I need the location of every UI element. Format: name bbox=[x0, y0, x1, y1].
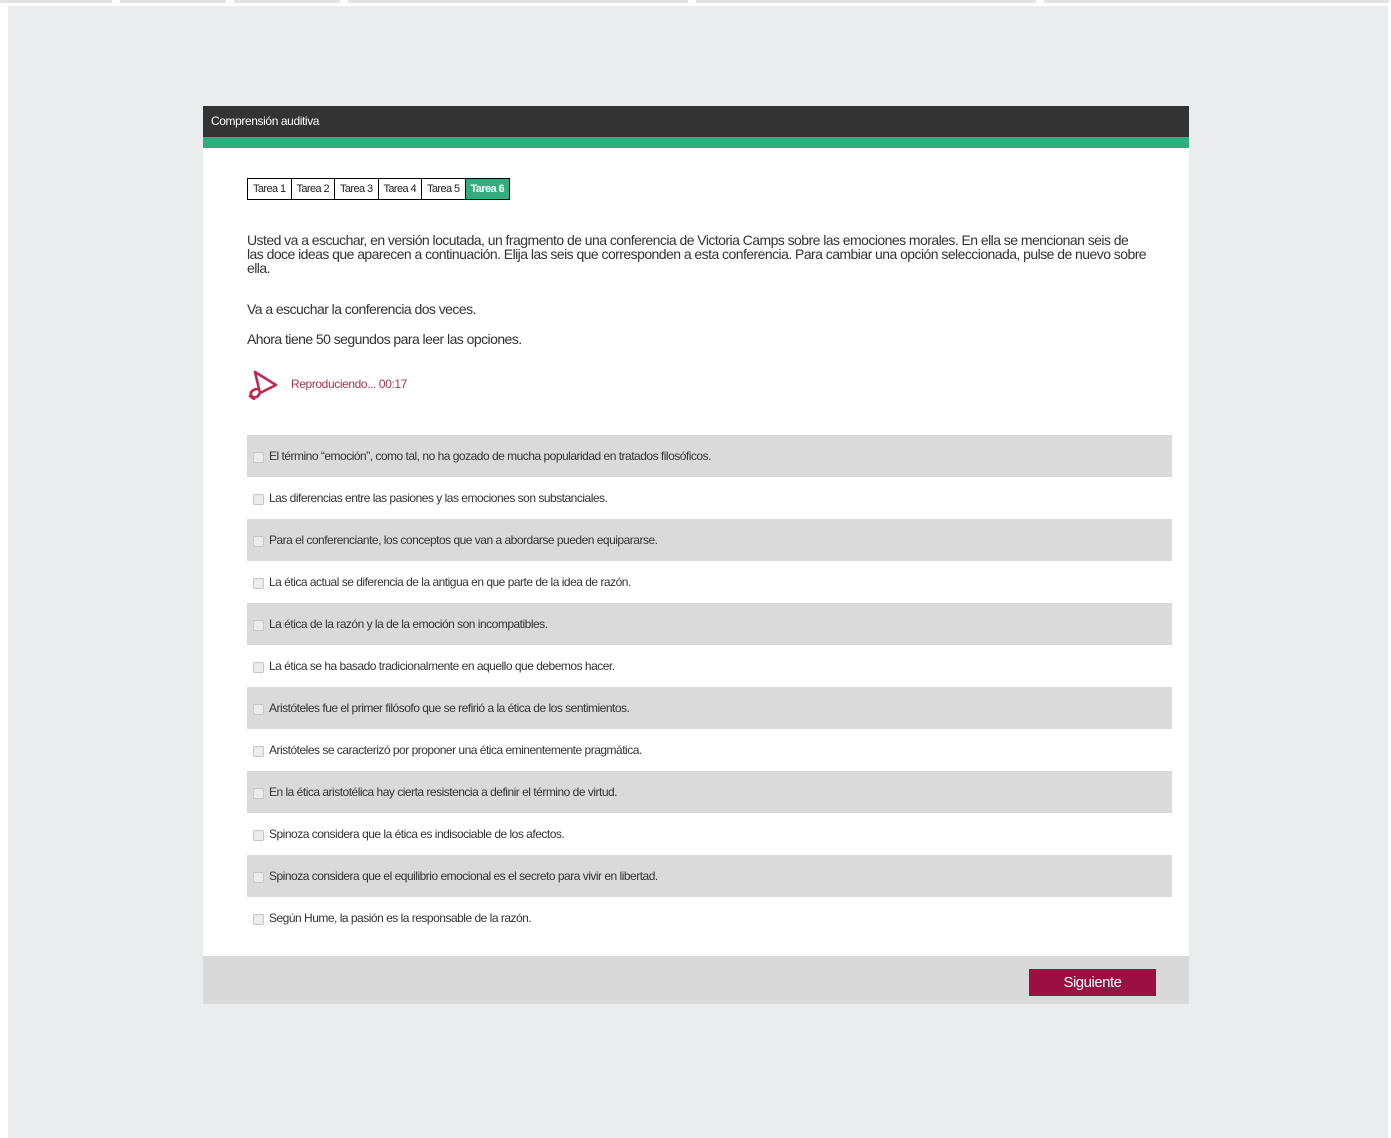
tab-tarea-4[interactable]: Tarea 4 bbox=[378, 179, 422, 199]
option-item[interactable]: La ética actual se diferencia de la anti… bbox=[247, 561, 1172, 603]
next-button[interactable]: Siguiente bbox=[1029, 969, 1156, 996]
option-item[interactable]: Las diferencias entre las pasiones y las… bbox=[247, 477, 1172, 519]
checkbox[interactable] bbox=[253, 829, 264, 841]
tab-tarea-5[interactable]: Tarea 5 bbox=[422, 179, 466, 199]
checkbox[interactable] bbox=[253, 661, 264, 673]
checkbox[interactable] bbox=[253, 451, 264, 463]
option-item[interactable]: La ética de la razón y la de la emoción … bbox=[247, 603, 1172, 645]
option-item[interactable]: En la ética aristotélica hay cierta resi… bbox=[247, 771, 1172, 813]
checkbox[interactable] bbox=[253, 619, 264, 631]
option-label: En la ética aristotélica hay cierta resi… bbox=[269, 785, 618, 799]
tab-tarea-2[interactable]: Tarea 2 bbox=[291, 179, 335, 199]
option-item[interactable]: Spinoza considera que el equilibrio emoc… bbox=[247, 855, 1172, 897]
tab-tarea-3[interactable]: Tarea 3 bbox=[335, 179, 379, 199]
option-item[interactable]: Spinoza considera que la ética es indiso… bbox=[247, 813, 1172, 855]
megaphone-icon bbox=[247, 368, 279, 400]
option-label: El término “emoción”, como tal, no ha go… bbox=[269, 449, 711, 463]
option-item[interactable]: Aristóteles fue el primer filósofo que s… bbox=[247, 687, 1172, 729]
instructions-times: Va a escuchar la conferencia dos veces. bbox=[247, 301, 476, 317]
instructions-reading: Ahora tiene 50 segundos para leer las op… bbox=[247, 331, 522, 347]
instructions-intro: Usted va a escuchar, en versión locutada… bbox=[247, 232, 1147, 276]
playback-status: Reproduciendo... 00:17 bbox=[291, 377, 407, 391]
checkbox[interactable] bbox=[253, 577, 264, 589]
checkbox[interactable] bbox=[253, 871, 264, 883]
option-label: La ética se ha basado tradicionalmente e… bbox=[269, 659, 615, 673]
tab-tarea-1[interactable]: Tarea 1 bbox=[248, 179, 292, 199]
option-label: Para el conferenciante, los conceptos qu… bbox=[269, 533, 658, 547]
option-item[interactable]: Para el conferenciante, los conceptos qu… bbox=[247, 519, 1172, 561]
top-strip-segment bbox=[348, 0, 688, 3]
top-strip-segment bbox=[234, 0, 340, 3]
option-label: Spinoza considera que el equilibrio emoc… bbox=[269, 869, 658, 883]
option-list: El término “emoción”, como tal, no ha go… bbox=[247, 435, 1172, 939]
option-label: Las diferencias entre las pasiones y las… bbox=[269, 491, 608, 505]
top-strip-segment bbox=[0, 0, 112, 3]
checkbox[interactable] bbox=[253, 913, 264, 925]
option-item[interactable]: Aristóteles se caracterizó por proponer … bbox=[247, 729, 1172, 771]
option-item[interactable]: El término “emoción”, como tal, no ha go… bbox=[247, 435, 1172, 477]
task-tabs: Tarea 1 Tarea 2 Tarea 3 Tarea 4 Tarea 5 … bbox=[247, 178, 511, 200]
section-header: Comprensión auditiva bbox=[203, 106, 1189, 148]
audio-player: Reproduciendo... 00:17 bbox=[247, 368, 407, 400]
option-item[interactable]: La ética se ha basado tradicionalmente e… bbox=[247, 645, 1172, 687]
option-label: Spinoza considera que la ética es indiso… bbox=[269, 827, 565, 841]
checkbox[interactable] bbox=[253, 493, 264, 505]
checkbox[interactable] bbox=[253, 703, 264, 715]
option-label: La ética actual se diferencia de la anti… bbox=[269, 575, 631, 589]
checkbox[interactable] bbox=[253, 535, 264, 547]
tab-tarea-6[interactable]: Tarea 6 bbox=[465, 179, 510, 199]
section-title: Comprensión auditiva bbox=[211, 114, 320, 128]
option-label: Según Hume, la pasión es la responsable … bbox=[269, 911, 532, 925]
top-strip-segment bbox=[696, 0, 1036, 3]
exam-card: Comprensión auditiva Tarea 1 Tarea 2 Tar… bbox=[203, 106, 1189, 1004]
checkbox[interactable] bbox=[253, 787, 264, 799]
option-label: Aristóteles fue el primer filósofo que s… bbox=[269, 701, 630, 715]
top-strip-segment bbox=[1044, 0, 1389, 3]
option-label: La ética de la razón y la de la emoción … bbox=[269, 617, 548, 631]
option-item[interactable]: Según Hume, la pasión es la responsable … bbox=[247, 897, 1172, 939]
top-strip-segment bbox=[120, 0, 226, 3]
option-label: Aristóteles se caracterizó por proponer … bbox=[269, 743, 642, 757]
checkbox[interactable] bbox=[253, 745, 264, 757]
footer-bar: Siguiente bbox=[203, 956, 1189, 1004]
